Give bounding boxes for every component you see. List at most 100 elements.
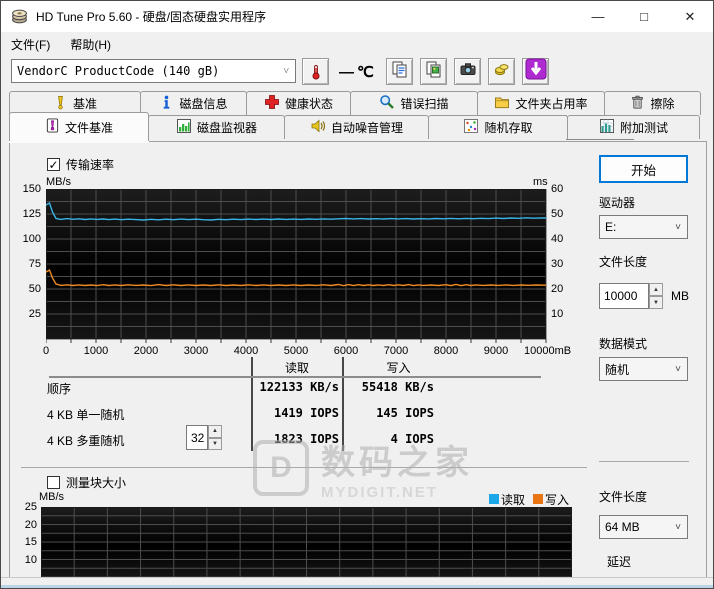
tab-2-4[interactable]: 附加测试 <box>567 115 700 139</box>
queue-depth-stepper[interactable]: 32 ▲ ▼ <box>186 425 222 450</box>
tab-2-0[interactable]: 文件基准 <box>9 112 149 141</box>
x-tick-label: 10000mB <box>524 345 572 357</box>
table-header-write: 写入 <box>386 361 411 375</box>
close-button[interactable]: ✕ <box>667 1 713 32</box>
legend-item: 读取 <box>488 491 525 508</box>
y-tick-label: 20 <box>24 518 37 531</box>
data-mode-combo[interactable]: 随机 ˅ <box>599 357 688 381</box>
drive-select-value: VendorC ProductCode (140 gB) <box>17 64 220 78</box>
latency-label: 延迟 <box>607 555 632 569</box>
block-file-length-combo[interactable]: 64 MB ˅ <box>599 515 688 539</box>
temperature-button[interactable] <box>302 58 329 85</box>
right-tick-label: 10 <box>551 308 564 320</box>
noise-icon <box>310 118 326 137</box>
legend-swatch-icon <box>532 494 543 504</box>
y-tick-label: 125 <box>22 208 41 220</box>
right-tick-label: 50 <box>551 208 564 220</box>
menu-item-help[interactable]: 帮助(H) <box>60 33 121 56</box>
table-read-value: 122133 KB/s <box>259 380 339 394</box>
y-tick-label: 10 <box>24 553 37 566</box>
stepper-down-icon[interactable]: ▼ <box>649 296 663 309</box>
copy-image-button[interactable] <box>420 58 447 85</box>
extra-icon <box>599 118 615 137</box>
transfer-rate-chart <box>46 189 547 343</box>
tab-1-3[interactable]: 错误扫描 <box>350 91 478 115</box>
erase-icon <box>630 95 645 113</box>
save-results-icon <box>493 60 511 83</box>
window-title: HD Tune Pro 5.60 - 硬盘/固态硬盘实用程序 <box>36 10 267 24</box>
stepper-up-icon[interactable]: ▲ <box>208 425 222 438</box>
x-tick-label: 8000 <box>433 345 459 357</box>
save-results-button[interactable] <box>488 58 515 85</box>
folder-icon <box>494 94 510 113</box>
stepper-up-icon[interactable]: ▲ <box>649 283 663 296</box>
stepper-down-icon[interactable]: ▼ <box>208 437 222 450</box>
drive-combo[interactable]: E: ˅ <box>599 215 688 239</box>
monitor-icon <box>176 118 192 137</box>
block-size-checkbox[interactable]: 测量块大小 <box>47 474 126 491</box>
tab-2-1[interactable]: 磁盘监视器 <box>148 115 285 139</box>
camera-icon <box>459 60 477 83</box>
menu-item-file[interactable]: 文件(F) <box>1 33 60 56</box>
block-size-chart <box>41 507 572 578</box>
block-size-label: 测量块大小 <box>66 476 127 490</box>
chart1-right-axis-unit: ms <box>533 176 548 188</box>
sidebar-divider <box>599 461 689 462</box>
tab-label: 文件基准 <box>64 120 113 135</box>
queue-depth-value: 32 <box>186 425 208 450</box>
chevron-down-icon: ˅ <box>675 521 681 533</box>
y-tick-label: 100 <box>22 233 41 245</box>
tab-1-5[interactable]: 擦除 <box>604 91 701 115</box>
start-button[interactable]: 开始 <box>599 155 688 183</box>
temperature-value: — <box>339 64 354 81</box>
transfer-rate-checkbox[interactable]: ✓ 传输速率 <box>47 156 114 173</box>
file-length-unit: MB <box>671 289 689 303</box>
tab-label: 自动噪音管理 <box>330 121 403 135</box>
y-tick-label: 50 <box>28 283 41 295</box>
legend-swatch-icon <box>488 494 499 504</box>
copy-text-button[interactable] <box>386 58 413 85</box>
legend-item: 写入 <box>532 491 569 508</box>
copy-text-icon <box>391 60 409 83</box>
tab-1-2[interactable]: 健康状态 <box>246 91 351 115</box>
download-icon <box>525 58 547 85</box>
data-mode-value: 随机 <box>605 362 630 377</box>
x-tick-label: 1000 <box>83 345 109 357</box>
temperature-unit: ℃ <box>357 64 374 81</box>
tab-1-4[interactable]: 文件夹占用率 <box>477 91 605 115</box>
drive-label: 驱动器 <box>599 196 636 210</box>
data-mode-label: 数据模式 <box>599 337 648 351</box>
table-row-label: 4 KB 多重随机 <box>47 434 125 448</box>
table-write-value: 4 IOPS <box>390 432 434 446</box>
x-tick-label: 6000 <box>333 345 359 357</box>
file-length-stepper[interactable]: 10000 ▲ ▼ <box>599 283 663 309</box>
transfer-rate-label: 传输速率 <box>66 158 115 172</box>
minimize-button[interactable]: — <box>575 1 621 32</box>
maximize-button[interactable]: □ <box>621 1 667 32</box>
drive-select-combo[interactable]: VendorC ProductCode (140 gB) ˅ <box>11 59 296 83</box>
right-tick-label: 20 <box>551 283 564 295</box>
tab-2-2[interactable]: 自动噪音管理 <box>284 115 429 139</box>
tab-label: 健康状态 <box>284 97 333 111</box>
legend-label: 写入 <box>544 493 569 507</box>
y-tick-label: 25 <box>28 308 41 320</box>
block-file-length-label: 文件长度 <box>599 490 648 504</box>
tab-2-3[interactable]: 随机存取 <box>428 115 568 139</box>
checkbox-checked-icon: ✓ <box>47 157 60 172</box>
download-button[interactable] <box>522 58 549 85</box>
legend-label: 读取 <box>500 493 525 507</box>
exclamation-icon <box>53 95 68 113</box>
tab-label: 磁盘监视器 <box>196 121 257 135</box>
table-read-value: 1823 IOPS <box>273 432 339 446</box>
scan-icon <box>379 94 395 113</box>
camera-button[interactable] <box>454 58 481 85</box>
right-tick-label: 30 <box>551 258 564 270</box>
tab-1-1[interactable]: 磁盘信息 <box>140 91 247 115</box>
right-tick-label: 40 <box>551 233 564 245</box>
chart2-legend: 读取 写入 <box>488 491 569 508</box>
info-icon <box>159 95 174 113</box>
title-bar: HD Tune Pro 5.60 - 硬盘/固态硬盘实用程序 — □ ✕ <box>1 1 713 32</box>
health-icon <box>264 94 280 113</box>
toolbar: VendorC ProductCode (140 gB) ˅ — ℃ 退出 <box>1 56 713 140</box>
file-length-value: 10000 <box>599 283 649 309</box>
